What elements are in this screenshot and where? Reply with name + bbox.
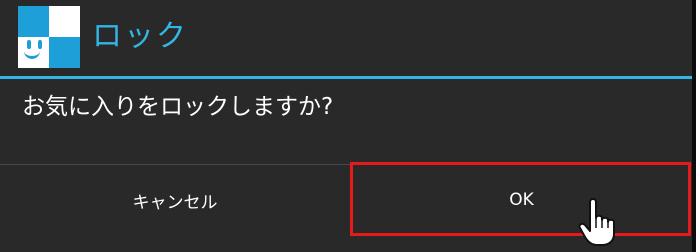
cancel-button-label: キャンセル [132, 192, 218, 213]
face-eye-icon [27, 40, 31, 49]
app-icon-tile [49, 6, 80, 37]
cancel-button[interactable]: キャンセル [0, 165, 350, 235]
dialog-header: ロック [0, 0, 692, 76]
face-eye-icon [38, 40, 42, 49]
pointing-hand-icon [578, 198, 615, 246]
ok-button[interactable]: OK [351, 165, 692, 235]
face-mouth-icon [24, 49, 40, 59]
app-icon-face [18, 37, 49, 68]
ok-button-label: OK [509, 190, 534, 210]
dialog-message: お気に入りをロックしますか? [22, 94, 334, 120]
app-icon [18, 6, 80, 68]
app-icon-tile [49, 37, 80, 68]
app-icon-tile [18, 6, 49, 37]
lock-dialog: ロック お気に入りをロックしますか? キャンセル OK [0, 0, 696, 252]
dialog-title: ロック [92, 19, 188, 54]
title-divider [0, 76, 692, 79]
